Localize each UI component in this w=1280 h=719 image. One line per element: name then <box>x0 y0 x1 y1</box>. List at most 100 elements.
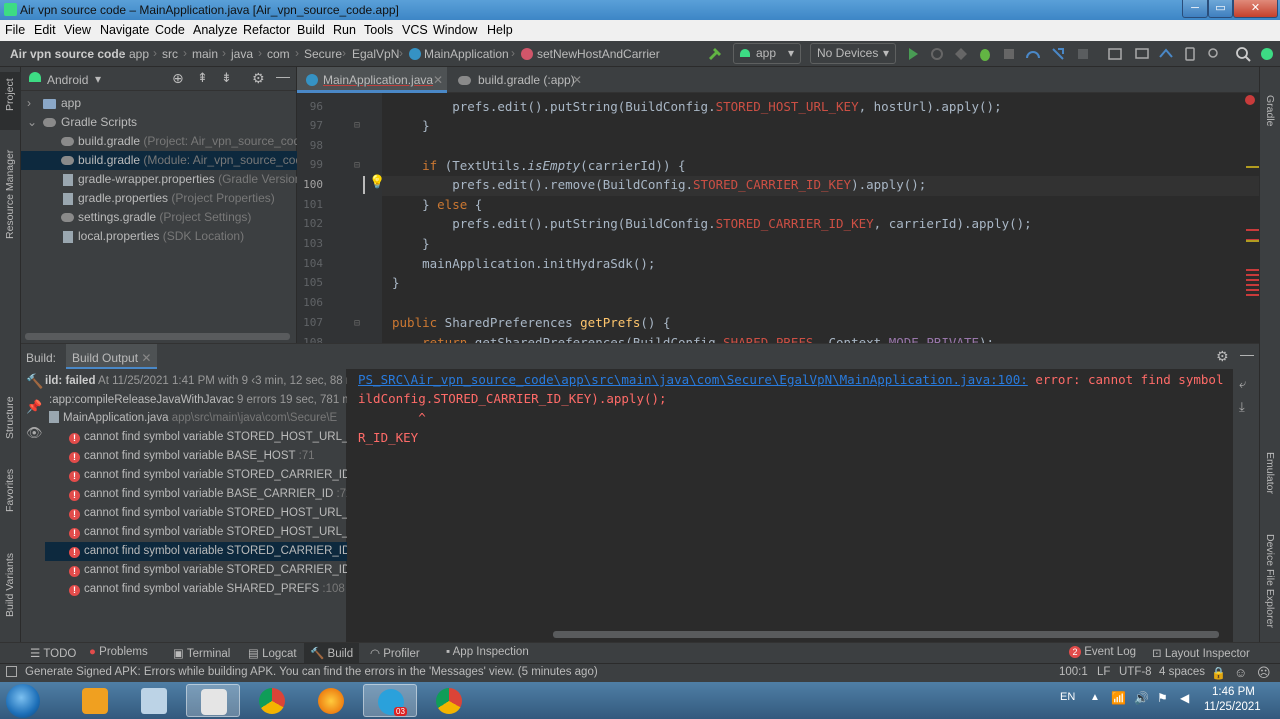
error-row[interactable]: ! cannot find symbol variable BASE_CARRIE… <box>45 485 347 504</box>
fold-icon[interactable]: ⊟ <box>354 120 360 131</box>
layout-inspector-button[interactable]: ⊡ Layout Inspector <box>1152 646 1250 660</box>
tool-build-variants[interactable]: Build Variants <box>4 553 16 617</box>
feedback-icon[interactable]: ☹ <box>1257 665 1271 681</box>
tree-item-local-properties[interactable]: local.properties (SDK Location) <box>21 227 297 246</box>
breadcrumb-com[interactable]: com <box>267 47 290 61</box>
menu-edit[interactable]: Edit <box>34 23 56 37</box>
language-indicator[interactable]: EN <box>1060 691 1075 703</box>
stop-icon[interactable] <box>1074 45 1092 63</box>
maximize-button[interactable]: ▭ <box>1208 0 1233 18</box>
breadcrumb-egalvpn[interactable]: EgalVpN <box>352 47 399 61</box>
tool-device-file-explorer[interactable]: Device File Explorer <box>1264 534 1276 628</box>
tool-emulator[interactable]: Emulator <box>1264 452 1276 494</box>
error-row[interactable]: ! cannot find symbol variable BASE_HOST :… <box>45 447 347 466</box>
clock-time[interactable]: 1:46 PM <box>1212 686 1255 698</box>
menu-vcs[interactable]: VCS <box>402 23 428 37</box>
error-row[interactable]: ! cannot find symbol variable STORED_CARR… <box>45 561 347 580</box>
tab-problems[interactable]: ● Problems <box>89 646 148 658</box>
device-manager-icon[interactable] <box>1133 45 1151 63</box>
error-row[interactable]: ! cannot find symbol variable SHARED_PREF… <box>45 580 347 599</box>
fold-icon[interactable]: ⊟ <box>354 160 360 171</box>
soft-wrap-icon[interactable]: ⤶ <box>1239 376 1246 392</box>
build-task-row[interactable]: :app:compileReleaseJavaWithJavac 9 error… <box>45 391 347 410</box>
menu-navigate[interactable]: Navigate <box>100 23 149 37</box>
taskbar-explorer[interactable] <box>186 684 240 717</box>
menu-analyze[interactable]: Analyze <box>193 23 237 37</box>
breadcrumb-src[interactable]: src <box>162 47 178 61</box>
error-row-selected[interactable]: ! cannot find symbol variable STORED_CARR… <box>45 542 347 561</box>
close-button[interactable]: ✕ <box>1233 0 1278 18</box>
project-view-selector[interactable]: Android <box>47 73 88 87</box>
speaker-icon[interactable]: ◀ <box>1180 691 1189 705</box>
taskbar-notepad[interactable] <box>127 684 181 717</box>
close-tab-icon[interactable]: ✕ <box>572 67 582 93</box>
error-file-link[interactable]: PS_SRC\Air_vpn_source_code\app\src\main\… <box>358 372 1028 387</box>
build-output-console[interactable]: PS_SRC\Air_vpn_source_code\app\src\main\… <box>347 369 1233 642</box>
menu-view[interactable]: View <box>64 23 91 37</box>
taskbar-telegram[interactable]: 03 <box>363 684 417 717</box>
error-row[interactable]: ! cannot find symbol variable STORED_HOST… <box>45 523 347 542</box>
breadcrumb-project[interactable]: Air vpn source code <box>10 47 125 61</box>
event-log-button[interactable]: 2 Event Log <box>1069 646 1136 658</box>
error-row[interactable]: ! cannot find symbol variable STORED_CARR… <box>45 466 347 485</box>
minimize-button[interactable]: ─ <box>1182 0 1208 18</box>
tree-item-build-gradle-project[interactable]: build.gradle (Project: Air_vpn_source_co… <box>21 132 297 151</box>
caret-position[interactable]: 100:1 <box>1059 666 1088 678</box>
avd-manager-icon[interactable] <box>1181 45 1199 63</box>
menu-file[interactable]: File <box>5 23 25 37</box>
studio-logo-icon[interactable] <box>1258 45 1276 63</box>
tab-terminal[interactable]: ▣ Terminal <box>173 646 230 660</box>
tab-app-inspection[interactable]: ▪ App Inspection <box>446 646 529 658</box>
menu-build[interactable]: Build <box>297 23 325 37</box>
breadcrumb-main[interactable]: main <box>192 47 218 61</box>
toggle-panels-icon[interactable] <box>6 666 17 677</box>
tool-structure[interactable]: Structure <box>4 396 16 439</box>
hammer-icon[interactable]: 🔨 <box>26 373 43 390</box>
hide-panel-icon[interactable]: — <box>1240 346 1254 362</box>
sdk-manager-icon[interactable] <box>1157 45 1175 63</box>
taskbar-firefox[interactable] <box>304 684 358 717</box>
tab-mainapplication[interactable]: MainApplication.java ✕ <box>297 67 447 93</box>
build-status-row[interactable]: ild: failed At 11/25/2021 1:41 PM with 9… <box>45 372 347 391</box>
breadcrumb-app[interactable]: app <box>129 47 149 61</box>
menu-window[interactable]: Window <box>433 23 477 37</box>
show-hidden-icons-icon[interactable]: ▲ <box>1090 692 1100 703</box>
menu-help[interactable]: Help <box>487 23 513 37</box>
error-indicator-icon[interactable] <box>1245 95 1255 105</box>
tool-project[interactable]: Project <box>4 78 16 111</box>
eye-icon[interactable]: 👁 <box>26 425 43 441</box>
tab-build[interactable]: 🔨 Build <box>304 643 360 664</box>
apply-changes-icon[interactable] <box>952 45 970 63</box>
fold-icon[interactable]: ⊟ <box>354 318 360 329</box>
breadcrumb-secure[interactable]: Secure <box>304 47 342 61</box>
tool-favorites[interactable]: Favorites <box>4 469 16 512</box>
happy-face-icon[interactable]: ☺ <box>1234 665 1247 680</box>
pin-icon[interactable]: 📌 <box>26 399 42 415</box>
locate-icon[interactable]: ⊕ <box>172 70 184 87</box>
menu-run[interactable]: Run <box>333 23 356 37</box>
error-row[interactable]: ! cannot find symbol variable STORED_HOST… <box>45 504 347 523</box>
status-message[interactable]: Generate Signed APK: Errors while buildi… <box>25 666 598 678</box>
tab-build-output[interactable]: Build Output ✕ <box>66 344 158 370</box>
profile-icon[interactable] <box>1024 45 1042 63</box>
window-title-bar[interactable]: Air vpn source code – MainApplication.ja… <box>0 0 1280 20</box>
close-tab-icon[interactable]: ✕ <box>433 67 443 93</box>
horizontal-scrollbar[interactable] <box>25 333 290 340</box>
tab-profiler[interactable]: ◠ Profiler <box>370 646 420 660</box>
line-separator[interactable]: LF <box>1097 666 1110 678</box>
tree-item-gradle-properties[interactable]: gradle.properties (Project Properties) <box>21 189 297 208</box>
file-encoding[interactable]: UTF-8 <box>1119 666 1152 678</box>
action-center-icon[interactable]: ⚑ <box>1157 691 1168 705</box>
lock-icon[interactable]: 🔒 <box>1211 666 1226 680</box>
tool-resource-manager[interactable]: Resource Manager <box>4 150 16 239</box>
sync-project-icon[interactable] <box>1106 45 1124 63</box>
tab-logcat[interactable]: ▤ Logcat <box>248 646 297 660</box>
volume-icon[interactable]: 🔊 <box>1134 691 1149 705</box>
taskbar-media-player[interactable] <box>68 684 122 717</box>
search-icon[interactable] <box>1234 45 1252 63</box>
tree-item-gradle-wrapper[interactable]: gradle-wrapper.properties (Gradle Versio… <box>21 170 297 189</box>
hide-panel-icon[interactable]: — <box>276 68 290 84</box>
network-icon[interactable]: 📶 <box>1111 691 1126 705</box>
clock-date[interactable]: 11/25/2021 <box>1204 701 1261 713</box>
start-button[interactable] <box>6 684 40 718</box>
